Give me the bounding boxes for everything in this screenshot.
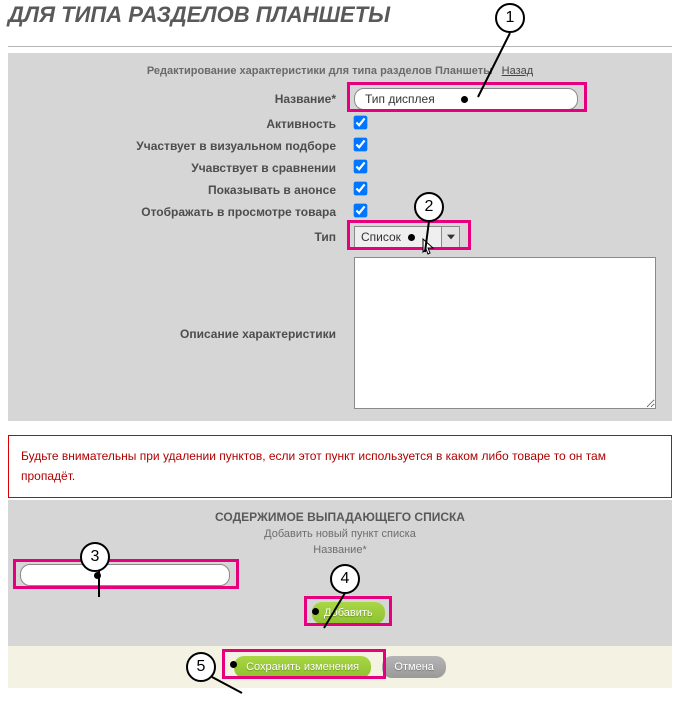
edit-panel: Редактирование характеристики для типа р… [8, 53, 672, 421]
label-visual: Участвует в визуальном подборе [14, 139, 354, 153]
footer-bar: Сохранить изменения Отмена [8, 646, 672, 688]
panel-header: Редактирование характеристики для типа р… [14, 63, 666, 85]
label-announce: Показывать в анонсе [14, 183, 354, 197]
save-button[interactable]: Сохранить изменения [234, 656, 371, 678]
label-product-view: Отображать в просмотре товара [14, 205, 354, 219]
label-name: Название* [14, 92, 354, 106]
cancel-button[interactable]: Отмена [382, 656, 445, 678]
list-field-label: Название* [14, 544, 666, 564]
product-view-checkbox[interactable] [354, 204, 368, 218]
compare-checkbox[interactable] [354, 160, 368, 174]
name-input[interactable] [354, 88, 578, 110]
back-link[interactable]: Назад [502, 65, 534, 77]
label-type: Тип [14, 230, 354, 244]
list-section-title: СОДЕРЖИМОЕ ВЫПАДАЮЩЕГО СПИСКА [14, 506, 666, 528]
announce-checkbox[interactable] [354, 182, 368, 196]
add-button[interactable]: Добавить [312, 602, 385, 624]
label-compare: Учавствует в сравнении [14, 161, 354, 175]
chevron-down-icon[interactable] [441, 227, 459, 247]
list-item-input[interactable] [20, 564, 230, 586]
list-panel: СОДЕРЖИМОЕ ВЫПАДАЮЩЕГО СПИСКА Добавить н… [8, 500, 672, 646]
panel-header-text: Редактирование характеристики для типа р… [147, 65, 493, 77]
label-active: Активность [14, 117, 354, 131]
label-desc: Описание характеристики [14, 257, 354, 341]
visual-checkbox[interactable] [354, 138, 368, 152]
warning-box: Будьте внимательны при удалении пунктов,… [8, 435, 672, 498]
desc-textarea[interactable] [354, 257, 656, 409]
page-title: ДЛЯ ТИПА РАЗДЕЛОВ ПЛАНШЕТЫ [8, 0, 672, 47]
list-section-subtitle: Добавить новый пункт списка [14, 528, 666, 544]
active-checkbox[interactable] [354, 116, 368, 130]
type-select[interactable]: Список [354, 226, 460, 248]
